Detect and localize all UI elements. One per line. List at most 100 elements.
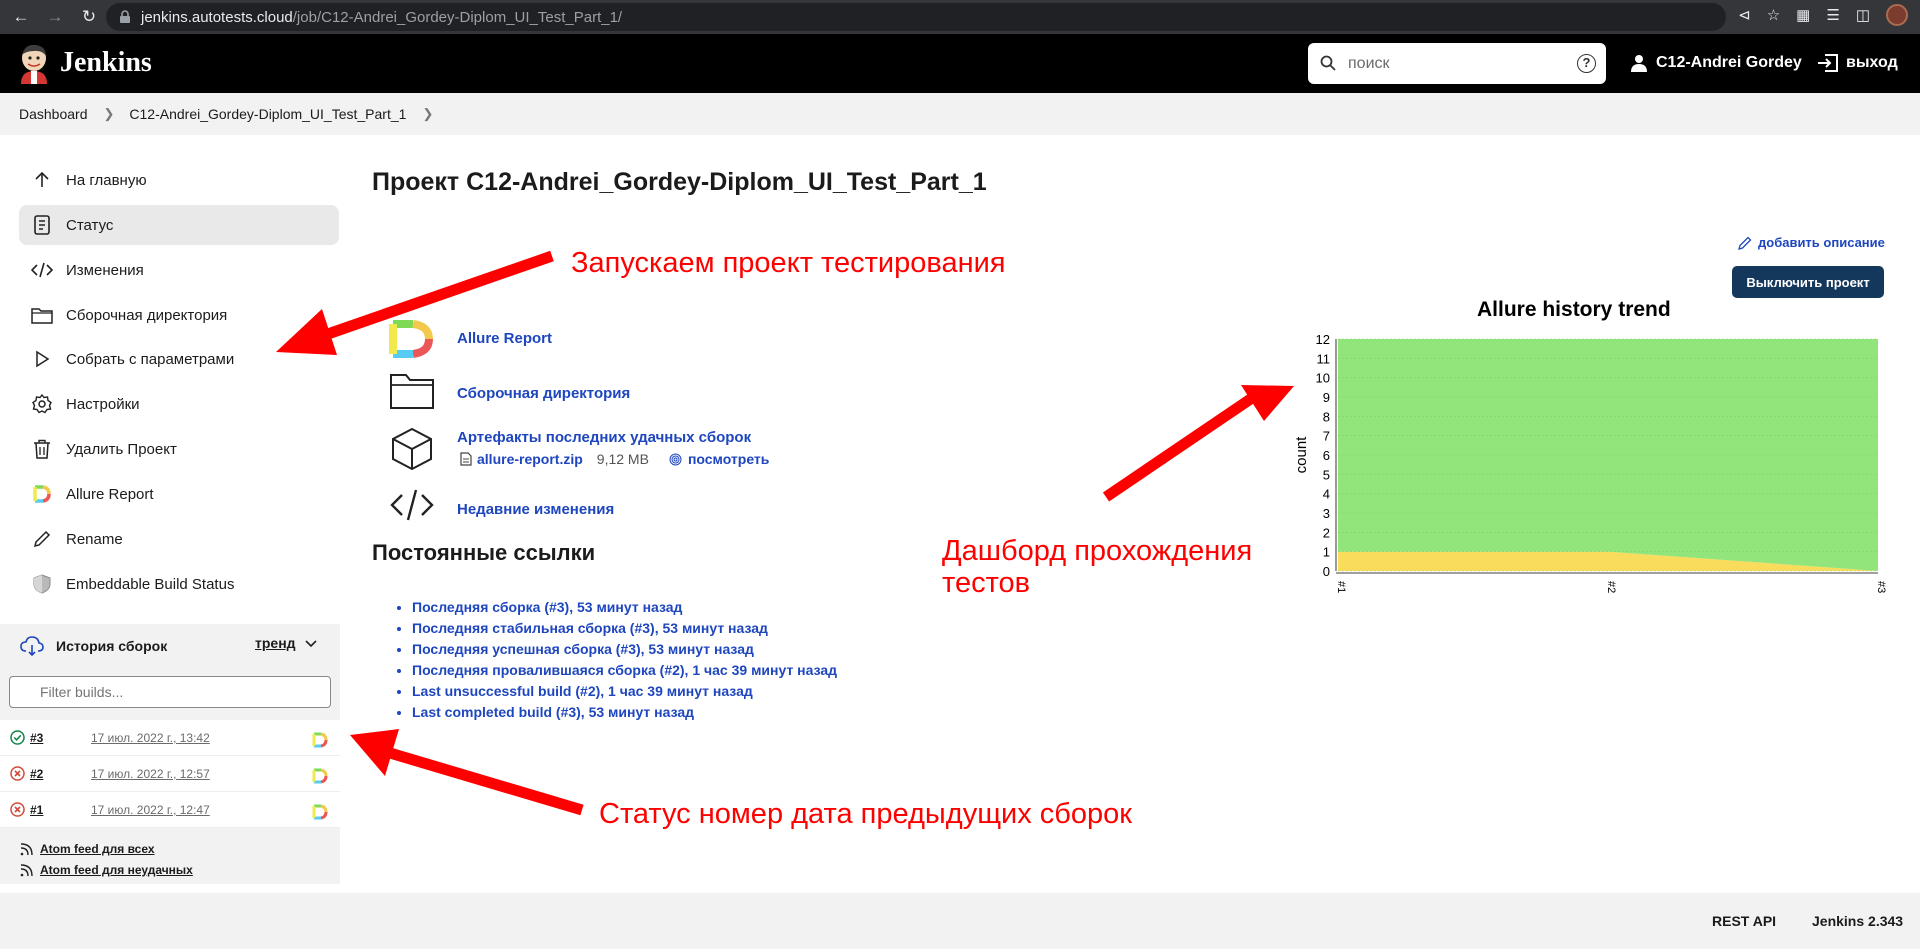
chart-x-tick-label: #2 (1605, 581, 1617, 593)
artifacts-link[interactable]: Артефакты последних удачных сборок (457, 429, 751, 446)
help-icon[interactable]: ? (1577, 54, 1596, 73)
shield-icon (30, 572, 54, 596)
permalink-item[interactable]: Last unsuccessful build (#2), 1 час 39 м… (412, 681, 837, 702)
sidebar-item-allure[interactable]: Allure Report (19, 474, 339, 514)
sidebar: На главную Статус Изменения Сборочная ди… (0, 135, 340, 885)
permalink-item[interactable]: Последняя сборка (#3), 53 минут назад (412, 597, 837, 618)
chevron-right-icon[interactable]: ❯ (422, 106, 433, 122)
atom-feed-failed-link[interactable]: Atom feed для неудачных (20, 863, 193, 877)
artifact-row: allure-report.zip 9,12 MB посмотреть (460, 451, 769, 467)
code-icon (390, 489, 434, 521)
breadcrumb-dashboard[interactable]: Dashboard (19, 106, 88, 122)
sidebar-item-status[interactable]: Статус (19, 205, 339, 245)
sidebar-item-label: Сборочная директория (66, 306, 228, 324)
jenkins-header: Jenkins ? C12-Andrei Gordey выход (0, 34, 1920, 93)
build-history-title: История сборок (56, 638, 168, 654)
fingerprint-icon (669, 453, 682, 465)
filter-builds-input[interactable] (9, 676, 331, 708)
sidebar-item-changes[interactable]: Изменения (19, 250, 339, 290)
build-date[interactable]: 17 июл. 2022 г., 12:57 (91, 767, 210, 781)
back-icon[interactable]: ← (8, 4, 34, 30)
annotation-status: Статус номер дата предыдущих сборок (599, 798, 1132, 830)
lock-icon (120, 10, 130, 23)
sidepanel-icon[interactable]: ◫ (1856, 6, 1870, 24)
extensions-icon[interactable]: ▦ (1796, 6, 1810, 24)
permalink-item[interactable]: Последняя успешная сборка (#3), 53 минут… (412, 639, 837, 660)
allure-icon[interactable] (312, 768, 328, 784)
address-bar[interactable]: jenkins.autotests.cloud/job/C12-Andrei_G… (106, 3, 1726, 31)
disable-project-button[interactable]: Выключить проект (1732, 266, 1884, 298)
rest-api-link[interactable]: REST API (1712, 913, 1776, 929)
chart-y-axis-label: count (1293, 436, 1310, 474)
sidebar-item-label: Статус (66, 216, 114, 234)
build-date[interactable]: 17 июл. 2022 г., 12:47 (91, 803, 210, 817)
arrow-up-icon (30, 168, 54, 192)
allure-trend-chart[interactable]: 0123456789101112#1 #2 #3count (1290, 325, 1890, 615)
sidebar-item-rename[interactable]: Rename (19, 519, 339, 559)
play-icon (30, 347, 54, 371)
trash-icon (30, 437, 54, 461)
allure-icon[interactable] (312, 732, 328, 748)
document-icon (30, 213, 54, 237)
star-icon[interactable]: ☆ (1767, 6, 1780, 24)
sidebar-item-label: Embeddable Build Status (66, 575, 235, 593)
forward-icon[interactable]: → (42, 4, 68, 30)
permalinks-title: Постоянные ссылки (372, 540, 596, 565)
build-history-panel: История сборок тренд #3 17 июл. 2022 г.,… (0, 624, 340, 884)
chart-y-tick-label: 4 (1323, 487, 1330, 502)
search-box: ? (1308, 43, 1606, 84)
logout-button[interactable]: выход (1817, 54, 1898, 72)
permalink-item[interactable]: Последняя стабильная сборка (#3), 53 мин… (412, 618, 837, 639)
artifact-file-link[interactable]: allure-report.zip (477, 451, 583, 467)
failed-status-icon (10, 766, 25, 781)
recent-changes-link[interactable]: Недавние изменения (457, 501, 614, 518)
sidebar-item-settings[interactable]: Настройки (19, 384, 339, 424)
sidebar-item-workspace[interactable]: Сборочная директория (19, 295, 339, 335)
profile-avatar[interactable] (1886, 4, 1908, 26)
permalink-item[interactable]: Last completed build (#3), 53 минут наза… (412, 702, 837, 723)
jenkins-title[interactable]: Jenkins (60, 47, 152, 79)
chart-title: Allure history trend (1477, 298, 1671, 321)
chevron-down-icon[interactable] (305, 638, 317, 650)
user-name: C12-Andrei Gordey (1656, 54, 1802, 71)
sidebar-item-delete[interactable]: Удалить Проект (19, 429, 339, 469)
reload-icon[interactable]: ↻ (76, 4, 102, 30)
build-number[interactable]: #2 (30, 767, 43, 781)
sidebar-item-label: Изменения (66, 261, 144, 279)
user-icon (1631, 55, 1647, 72)
build-row[interactable]: #3 17 июл. 2022 г., 13:42 (0, 720, 340, 756)
sidebar-item-home[interactable]: На главную (19, 160, 339, 200)
chart-y-tick-label: 5 (1323, 467, 1330, 482)
atom-feed-all-link[interactable]: Atom feed для всех (20, 842, 155, 856)
allure-report-link[interactable]: Allure Report (457, 330, 552, 347)
artifact-view-link[interactable]: посмотреть (688, 451, 769, 467)
permalink-item[interactable]: Последняя провалившаяся сборка (#2), 1 ч… (412, 660, 837, 681)
share-icon[interactable]: ⊲ (1738, 6, 1751, 24)
breadcrumb: Dashboard ❯ C12-Andrei_Gordey-Diplom_UI_… (0, 93, 1920, 135)
arrow-to-chart (1102, 385, 1294, 502)
build-number[interactable]: #1 (30, 803, 43, 817)
atom-feed-failed-label: Atom feed для неудачных (40, 863, 193, 877)
jenkins-logo-icon[interactable] (17, 43, 51, 84)
trend-link[interactable]: тренд (255, 635, 296, 651)
artifact-size: 9,12 MB (596, 451, 649, 467)
build-number[interactable]: #3 (30, 731, 43, 745)
build-row[interactable]: #2 17 июл. 2022 г., 12:57 (0, 756, 340, 792)
user-menu[interactable]: C12-Andrei Gordey (1630, 54, 1802, 72)
chart-y-tick-label: 6 (1323, 448, 1330, 463)
workspace-link[interactable]: Сборочная директория (457, 385, 630, 402)
add-description-link[interactable]: добавить описание (1738, 235, 1885, 250)
allure-icon[interactable] (312, 804, 328, 820)
annotation-dashboard-2: тестов (942, 567, 1031, 599)
sidebar-item-embeddable-status[interactable]: Embeddable Build Status (19, 564, 339, 604)
sidebar-item-label: На главную (66, 171, 147, 189)
search-input[interactable] (1348, 43, 1568, 84)
chart-y-tick-label: 10 (1316, 371, 1330, 386)
sidebar-item-build-params[interactable]: Собрать с параметрами (19, 339, 339, 379)
chart-y-tick-label: 2 (1323, 525, 1330, 540)
build-row[interactable]: #1 17 июл. 2022 г., 12:47 (0, 792, 340, 828)
media-icon[interactable]: ☰ (1826, 6, 1839, 24)
jenkins-version-link[interactable]: Jenkins 2.343 (1812, 913, 1903, 929)
breadcrumb-job[interactable]: C12-Andrei_Gordey-Diplom_UI_Test_Part_1 (129, 106, 406, 122)
build-date[interactable]: 17 июл. 2022 г., 13:42 (91, 731, 210, 745)
